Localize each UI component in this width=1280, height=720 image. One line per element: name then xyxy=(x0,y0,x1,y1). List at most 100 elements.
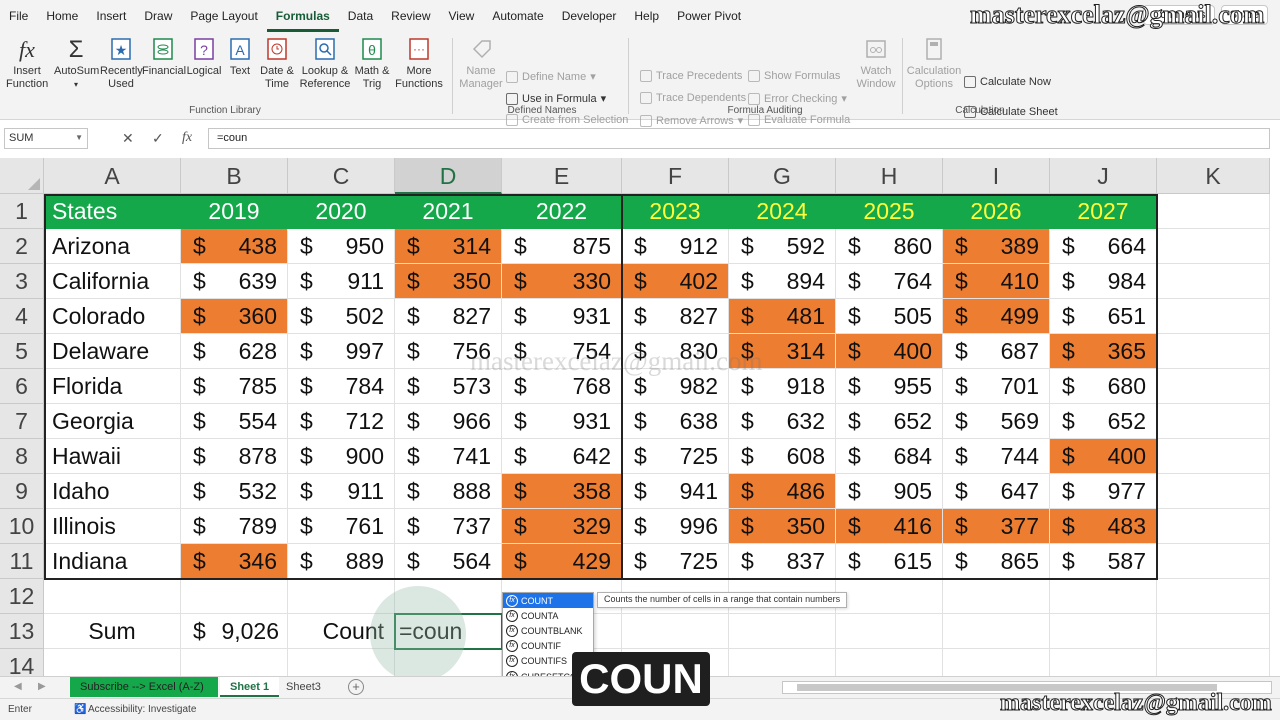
row-header-5[interactable]: 5 xyxy=(0,334,44,369)
sheet-tab-sheet1[interactable]: Sheet 1 xyxy=(220,677,280,697)
count-label-cell[interactable]: Count xyxy=(288,614,395,649)
value-cell[interactable]: $481 xyxy=(729,299,836,334)
value-cell[interactable]: $330 xyxy=(502,264,622,299)
column-header-b[interactable]: B xyxy=(181,158,288,194)
state-name-cell[interactable]: Georgia xyxy=(44,404,181,439)
value-cell[interactable]: $680 xyxy=(1050,369,1157,404)
cancel-icon[interactable]: ✕ xyxy=(122,130,134,147)
empty-cell[interactable] xyxy=(1050,614,1157,649)
value-cell[interactable]: $400 xyxy=(1050,439,1157,474)
column-header-d[interactable]: D xyxy=(395,158,502,194)
value-cell[interactable]: $905 xyxy=(836,474,943,509)
empty-cell[interactable] xyxy=(1157,474,1270,509)
value-cell[interactable]: $532 xyxy=(181,474,288,509)
value-cell[interactable]: $789 xyxy=(181,509,288,544)
value-cell[interactable]: $997 xyxy=(288,334,395,369)
value-cell[interactable]: $400 xyxy=(836,334,943,369)
value-cell[interactable]: $889 xyxy=(288,544,395,579)
menu-tab-home[interactable]: Home xyxy=(37,0,87,32)
value-cell[interactable]: $592 xyxy=(729,229,836,264)
empty-cell[interactable] xyxy=(622,614,729,649)
empty-cell[interactable] xyxy=(1157,439,1270,474)
column-header-g[interactable]: G xyxy=(729,158,836,194)
state-name-cell[interactable]: Colorado xyxy=(44,299,181,334)
value-cell[interactable]: $346 xyxy=(181,544,288,579)
empty-cell[interactable] xyxy=(44,649,181,678)
autosum-button[interactable]: Σ AutoSum ▾ xyxy=(54,36,99,91)
financial-button[interactable]: Financial xyxy=(142,36,186,78)
define-name-button[interactable]: Define Name ▾ xyxy=(506,70,596,83)
value-cell[interactable]: $860 xyxy=(836,229,943,264)
row-header-3[interactable]: 3 xyxy=(0,264,44,299)
empty-cell[interactable] xyxy=(1157,369,1270,404)
empty-cell[interactable] xyxy=(44,579,181,614)
value-cell[interactable]: $587 xyxy=(1050,544,1157,579)
value-cell[interactable]: $615 xyxy=(836,544,943,579)
value-cell[interactable]: $977 xyxy=(1050,474,1157,509)
more-functions-button[interactable]: ··· More Functions xyxy=(392,36,446,91)
date-time-button[interactable]: Date & Time xyxy=(258,36,296,91)
value-cell[interactable]: $652 xyxy=(1050,404,1157,439)
empty-cell[interactable] xyxy=(1157,579,1270,614)
add-sheet-icon[interactable]: + xyxy=(348,679,364,695)
value-cell[interactable]: $329 xyxy=(502,509,622,544)
trace-precedents-button[interactable]: Trace Precedents xyxy=(640,70,742,82)
calculate-now-button[interactable]: Calculate Now xyxy=(964,76,1051,88)
value-cell[interactable]: $402 xyxy=(622,264,729,299)
empty-cell[interactable] xyxy=(729,614,836,649)
insert-function-button[interactable]: fx Insert Function xyxy=(6,36,48,91)
column-header-e[interactable]: E xyxy=(502,158,622,194)
value-cell[interactable]: $358 xyxy=(502,474,622,509)
menu-tab-view[interactable]: View xyxy=(440,0,484,32)
value-cell[interactable]: $950 xyxy=(288,229,395,264)
menu-tab-insert[interactable]: Insert xyxy=(87,0,135,32)
empty-cell[interactable] xyxy=(181,579,288,614)
value-cell[interactable]: $931 xyxy=(502,404,622,439)
empty-cell[interactable] xyxy=(1157,194,1270,229)
menu-tab-formulas[interactable]: Formulas xyxy=(266,0,339,32)
menu-tab-review[interactable]: Review xyxy=(382,0,439,32)
row-header-7[interactable]: 7 xyxy=(0,404,44,439)
show-formulas-button[interactable]: Show Formulas xyxy=(748,70,840,82)
row-header-10[interactable]: 10 xyxy=(0,509,44,544)
column-header-h[interactable]: H xyxy=(836,158,943,194)
state-name-cell[interactable]: Illinois xyxy=(44,509,181,544)
value-cell[interactable]: $912 xyxy=(622,229,729,264)
empty-cell[interactable] xyxy=(1157,404,1270,439)
value-cell[interactable]: $416 xyxy=(836,509,943,544)
autocomplete-item[interactable]: fx COUNT xyxy=(503,593,593,609)
value-cell[interactable]: $966 xyxy=(395,404,502,439)
row-header-11[interactable]: 11 xyxy=(0,544,44,579)
value-cell[interactable]: $996 xyxy=(622,509,729,544)
state-name-cell[interactable]: Delaware xyxy=(44,334,181,369)
accessibility-status[interactable]: Accessibility: Investigate xyxy=(88,704,196,715)
sheet-tab-subscribe[interactable]: Subscribe --> Excel (A-Z) xyxy=(70,677,218,697)
empty-cell[interactable] xyxy=(836,579,943,614)
empty-cell[interactable] xyxy=(181,649,288,678)
row-header-1[interactable]: 1 xyxy=(0,194,44,229)
empty-cell[interactable] xyxy=(836,614,943,649)
empty-cell[interactable] xyxy=(836,649,943,678)
value-cell[interactable]: $888 xyxy=(395,474,502,509)
empty-cell[interactable] xyxy=(288,579,395,614)
column-header-c[interactable]: C xyxy=(288,158,395,194)
name-manager-button[interactable]: Name Manager xyxy=(458,36,504,91)
row-header-6[interactable]: 6 xyxy=(0,369,44,404)
empty-cell[interactable] xyxy=(1050,649,1157,678)
value-cell[interactable]: $955 xyxy=(836,369,943,404)
empty-cell[interactable] xyxy=(288,649,395,678)
menu-tab-draw[interactable]: Draw xyxy=(135,0,181,32)
value-cell[interactable]: $712 xyxy=(288,404,395,439)
formula-input[interactable]: =coun xyxy=(208,128,1270,149)
value-cell[interactable]: $931 xyxy=(502,299,622,334)
value-cell[interactable]: $744 xyxy=(943,439,1050,474)
use-in-formula-button[interactable]: Use in Formula ▾ xyxy=(506,92,606,105)
active-cell-d13[interactable]: =coun xyxy=(394,613,503,650)
value-cell[interactable]: $628 xyxy=(181,334,288,369)
value-cell[interactable]: $911 xyxy=(288,264,395,299)
enter-check-icon[interactable]: ✓ xyxy=(152,130,164,147)
column-header-f[interactable]: F xyxy=(622,158,729,194)
value-cell[interactable]: $438 xyxy=(181,229,288,264)
value-cell[interactable]: $687 xyxy=(943,334,1050,369)
lookup-reference-button[interactable]: Lookup & Reference xyxy=(298,36,352,91)
